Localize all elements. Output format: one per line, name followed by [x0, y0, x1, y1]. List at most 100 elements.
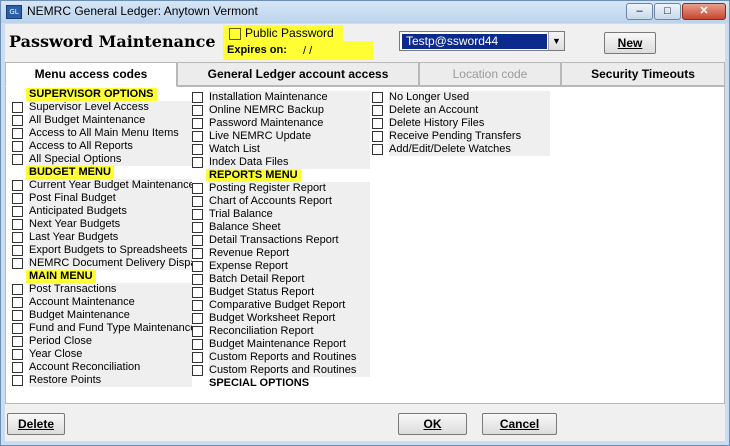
permission-checkbox[interactable] — [372, 118, 383, 129]
permission-row[interactable]: Watch List — [192, 143, 370, 156]
permission-row[interactable]: Password Maintenance — [192, 117, 370, 130]
permission-checkbox[interactable] — [192, 196, 203, 207]
permission-checkbox[interactable] — [12, 362, 23, 373]
ok-button[interactable]: OK — [398, 413, 467, 435]
permission-row[interactable]: Live NEMRC Update — [192, 130, 370, 143]
permission-checkbox[interactable] — [12, 141, 23, 152]
permission-row[interactable]: Budget Maintenance — [12, 309, 192, 322]
permission-row[interactable]: Index Data Files — [192, 156, 370, 169]
permission-row[interactable]: Fund and Fund Type Maintenance — [12, 322, 192, 335]
permission-row[interactable]: Online NEMRC Backup — [192, 104, 370, 117]
tab-general-ledger-account-access[interactable]: General Ledger account access — [177, 62, 419, 86]
permission-row[interactable]: Year Close — [12, 348, 192, 361]
permission-row[interactable]: No Longer Used — [372, 91, 550, 104]
close-button[interactable]: ✕ — [682, 3, 726, 20]
permission-row[interactable]: Export Budgets to Spreadsheets — [12, 244, 192, 257]
permission-checkbox[interactable] — [192, 118, 203, 129]
permission-checkbox[interactable] — [192, 105, 203, 116]
maximize-button[interactable]: □ — [654, 3, 681, 20]
permission-checkbox[interactable] — [192, 222, 203, 233]
permission-checkbox[interactable] — [12, 232, 23, 243]
permission-checkbox[interactable] — [192, 339, 203, 350]
permission-checkbox[interactable] — [12, 336, 23, 347]
permission-row[interactable]: Add/Edit/Delete Watches — [372, 143, 550, 156]
permission-row[interactable]: Custom Reports and Routines — [192, 351, 370, 364]
permission-checkbox[interactable] — [192, 144, 203, 155]
permission-row[interactable]: Current Year Budget Maintenance — [12, 179, 192, 192]
permission-row[interactable]: Balance Sheet — [192, 221, 370, 234]
permission-row[interactable]: Reconciliation Report — [192, 325, 370, 338]
permission-checkbox[interactable] — [192, 300, 203, 311]
permission-row[interactable]: NEMRC Document Delivery Dispat — [12, 257, 192, 270]
permission-checkbox[interactable] — [12, 375, 23, 386]
permission-row[interactable]: Comparative Budget Report — [192, 299, 370, 312]
permission-checkbox[interactable] — [192, 274, 203, 285]
permission-row[interactable]: All Budget Maintenance — [12, 114, 192, 127]
permission-row[interactable]: Post Final Budget — [12, 192, 192, 205]
permission-checkbox[interactable] — [192, 352, 203, 363]
permission-row[interactable]: Custom Reports and Routines — [192, 364, 370, 377]
permission-checkbox[interactable] — [192, 92, 203, 103]
permission-checkbox[interactable] — [192, 326, 203, 337]
permission-row[interactable]: Last Year Budgets — [12, 231, 192, 244]
permission-checkbox[interactable] — [12, 115, 23, 126]
permission-row[interactable]: Restore Points — [12, 374, 192, 387]
permission-checkbox[interactable] — [192, 365, 203, 376]
permission-checkbox[interactable] — [192, 287, 203, 298]
permission-row[interactable]: Revenue Report — [192, 247, 370, 260]
permission-row[interactable]: Account Maintenance — [12, 296, 192, 309]
permission-checkbox[interactable] — [12, 219, 23, 230]
expires-date-input[interactable] — [295, 42, 373, 59]
permission-checkbox[interactable] — [12, 193, 23, 204]
tab-menu-access-codes[interactable]: Menu access codes — [5, 62, 177, 87]
permission-checkbox[interactable] — [192, 131, 203, 142]
permission-checkbox[interactable] — [372, 105, 383, 116]
permission-checkbox[interactable] — [12, 258, 23, 269]
permission-row[interactable]: Next Year Budgets — [12, 218, 192, 231]
permission-row[interactable]: Installation Maintenance — [192, 91, 370, 104]
permission-row[interactable]: Delete History Files — [372, 117, 550, 130]
permission-checkbox[interactable] — [12, 297, 23, 308]
permission-row[interactable]: Expense Report — [192, 260, 370, 273]
cancel-button[interactable]: Cancel — [482, 413, 557, 435]
permission-row[interactable]: Receive Pending Transfers — [372, 130, 550, 143]
permission-row[interactable]: Posting Register Report — [192, 182, 370, 195]
delete-button[interactable]: Delete — [7, 413, 65, 435]
permission-checkbox[interactable] — [12, 323, 23, 334]
permission-checkbox[interactable] — [12, 154, 23, 165]
permission-checkbox[interactable] — [192, 183, 203, 194]
permission-row[interactable]: Period Close — [12, 335, 192, 348]
user-select[interactable]: Testp@ssword44 ▼ — [399, 31, 565, 51]
permission-checkbox[interactable] — [192, 261, 203, 272]
permission-checkbox[interactable] — [372, 144, 383, 155]
public-password-option[interactable]: Public Password — [223, 25, 343, 41]
permission-checkbox[interactable] — [372, 131, 383, 142]
permission-row[interactable]: Budget Worksheet Report — [192, 312, 370, 325]
permission-row[interactable]: Access to All Reports — [12, 140, 192, 153]
permission-row[interactable]: Access to All Main Menu Items — [12, 127, 192, 140]
permission-row[interactable]: Post Transactions — [12, 283, 192, 296]
permission-row[interactable]: Delete an Account — [372, 104, 550, 117]
permission-checkbox[interactable] — [12, 180, 23, 191]
tab-security-timeouts[interactable]: Security Timeouts — [561, 62, 725, 86]
permission-checkbox[interactable] — [372, 92, 383, 103]
permission-row[interactable]: Batch Detail Report — [192, 273, 370, 286]
permission-row[interactable]: Budget Status Report — [192, 286, 370, 299]
permission-checkbox[interactable] — [192, 248, 203, 259]
permission-checkbox[interactable] — [192, 209, 203, 220]
permission-checkbox[interactable] — [12, 284, 23, 295]
public-password-checkbox[interactable] — [229, 28, 241, 40]
chevron-down-icon[interactable]: ▼ — [548, 32, 564, 50]
permission-row[interactable]: Detail Transactions Report — [192, 234, 370, 247]
permission-row[interactable]: Supervisor Level Access — [12, 101, 192, 114]
permission-checkbox[interactable] — [12, 310, 23, 321]
permission-row[interactable]: All Special Options — [12, 153, 192, 166]
permission-row[interactable]: Anticipated Budgets — [12, 205, 192, 218]
permission-row[interactable]: Budget Maintenance Report — [192, 338, 370, 351]
permission-checkbox[interactable] — [192, 157, 203, 168]
permission-checkbox[interactable] — [12, 128, 23, 139]
permission-row[interactable]: Account Reconciliation — [12, 361, 192, 374]
permission-checkbox[interactable] — [192, 313, 203, 324]
permission-checkbox[interactable] — [12, 206, 23, 217]
minimize-button[interactable]: – — [626, 3, 653, 20]
